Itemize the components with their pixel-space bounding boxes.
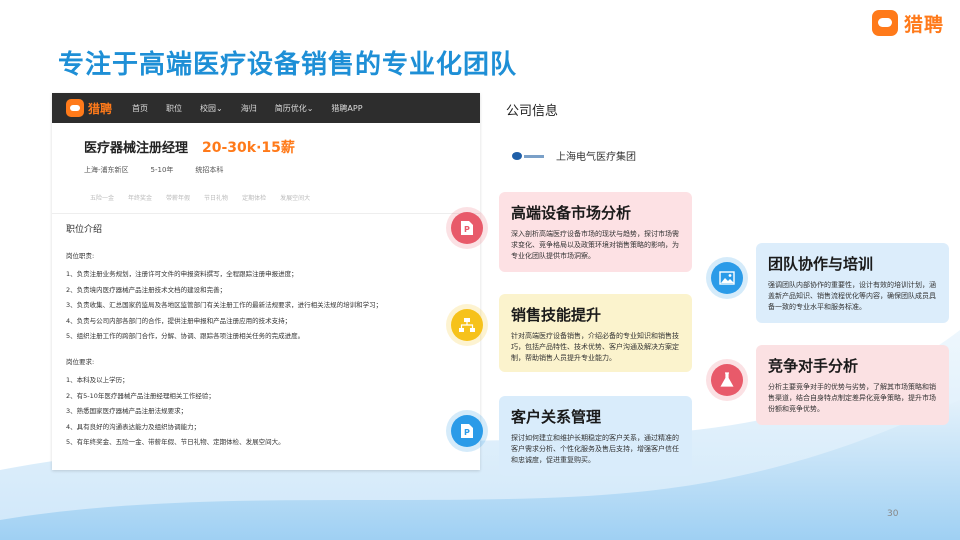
nav-item-overseas[interactable]: 海归	[241, 103, 257, 114]
job-tag: 节日礼物	[204, 195, 229, 202]
card-body: 探讨如何建立和维护长期稳定的客户关系，通过精准的客户需求分析、个性化服务及售后支…	[511, 434, 679, 464]
nav-item-jobs[interactable]: 职位	[166, 103, 182, 114]
duty-item: 3、负责收集、汇总国家药监局及各地区监管部门有关注册工作的最新法规要求，进行相关…	[66, 301, 383, 309]
job-tag: 发展空间大	[280, 195, 311, 202]
card-body: 分析主要竞争对手的优势与劣势，了解其市场策略和销售渠道，结合自身特点制定差异化竞…	[768, 383, 936, 413]
image-icon	[711, 262, 743, 294]
slide: 猎聘 专注于高端医疗设备销售的专业化团队 猎聘 首页 职位 校园⌄ 海归 简历优…	[0, 0, 960, 540]
slide-title: 专注于高端医疗设备销售的专业化团队	[58, 50, 518, 80]
company-info-label: 公司信息	[506, 104, 559, 119]
card-team-training: 团队协作与培训 强调团队内部协作的重要性，设计有效的培训计划，涵盖新产品知识、销…	[756, 243, 949, 323]
card-body: 针对高端医疗设备销售，介绍必备的专业知识和销售技巧，包括产品特性、技术优势、客户…	[511, 332, 679, 362]
job-education: 统招本科	[195, 166, 224, 174]
card-title: 高端设备市场分析	[511, 204, 632, 222]
liepin-logo-icon	[871, 10, 898, 36]
job-site-navbar: 猎聘 首页 职位 校园⌄ 海归 简历优化⌄ 猎聘APP	[52, 93, 480, 123]
card-title: 客户关系管理	[511, 408, 602, 426]
nav-item-home[interactable]: 首页	[132, 103, 148, 114]
divider	[52, 213, 480, 214]
job-tags: 五险一金 年终奖金 带薪年假 节日礼物 定期体检 发展空间大	[90, 193, 310, 202]
ppt-icon: P	[451, 415, 483, 447]
company-logo-icon	[512, 150, 546, 162]
job-posting-screenshot: 猎聘 首页 职位 校园⌄ 海归 简历优化⌄ 猎聘APP 医疗器械注册经理 20-…	[52, 93, 480, 470]
card-title: 竞争对手分析	[768, 357, 859, 375]
job-tag: 定期体检	[242, 195, 267, 202]
flask-icon	[711, 364, 743, 396]
svg-text:P: P	[464, 428, 470, 437]
card-body: 强调团队内部协作的重要性，设计有效的培训计划，涵盖新产品知识、销售流程优化等内容…	[768, 281, 936, 311]
card-body: 深入剖析高端医疗设备市场的现状与趋势，探讨市场需求变化、竞争格局以及政策环境对销…	[511, 230, 679, 260]
card-market-analysis: 高端设备市场分析 深入剖析高端医疗设备市场的现状与趋势，探讨市场需求变化、竞争格…	[499, 192, 692, 272]
duty-item: 5、组织注册工作的跨部门合作，分解、协调、跟踪各项注册相关任务的完成进度。	[66, 332, 305, 340]
liepin-logo-icon	[66, 99, 84, 117]
card-customer-relations: 客户关系管理 探讨如何建立和维护长期稳定的客户关系，通过精准的客户需求分析、个性…	[499, 396, 692, 476]
job-location: 上海-浦东新区	[84, 166, 129, 174]
requirements-heading: 岗位要求:	[66, 358, 95, 366]
job-experience: 5-10年	[150, 166, 174, 174]
card-title: 团队协作与培训	[768, 255, 874, 273]
nav-logo[interactable]: 猎聘	[66, 99, 112, 117]
brand-header: 猎聘	[871, 8, 944, 38]
nav-item-resume[interactable]: 简历优化⌄	[275, 103, 314, 114]
requirement-item: 1、本科及以上学历；	[66, 376, 129, 384]
card-sales-skills: 销售技能提升 针对高端医疗设备销售，介绍必备的专业知识和销售技巧，包括产品特性、…	[499, 294, 692, 372]
requirements-list: 1、本科及以上学历； 2、有5-10年医疗器械产品注册经理相关工作经验； 3、熟…	[66, 373, 476, 451]
card-competitor-analysis: 竞争对手分析 分析主要竞争对手的优势与劣势，了解其市场策略和销售渠道，结合自身特…	[756, 345, 949, 425]
job-tag: 年终奖金	[128, 195, 153, 202]
requirement-item: 4、具有良好的沟通表达能力及组织协调能力；	[66, 422, 201, 431]
job-section-title: 职位介绍	[66, 225, 103, 235]
ppt-icon: P	[451, 212, 483, 244]
job-tag: 五险一金	[90, 195, 115, 202]
duty-item: 2、负责境内医疗器械产品注册技术文档的建设和完善；	[66, 285, 227, 294]
network-icon	[451, 309, 483, 341]
job-meta: 上海-浦东新区 5-10年 统招本科	[84, 165, 223, 175]
duty-item: 1、负责注册业务规划，注册许可文件的申报资料撰写，全程跟踪注册申报进度；	[66, 270, 298, 278]
nav-item-campus[interactable]: 校园⌄	[200, 103, 223, 114]
page-number: 30	[887, 509, 899, 519]
requirement-item: 5、有年终奖金、五险一金、带薪年假、节日礼物、定期体检、发展空间大。	[66, 438, 285, 446]
job-tag: 带薪年假	[166, 195, 191, 202]
company-row: 上海电气医疗集团	[512, 148, 636, 163]
duty-item: 4、负责与公司内部各部门的合作，提供注册申报和产品注册应用的技术支持；	[66, 316, 292, 325]
duties-heading: 岗位职责:	[66, 252, 95, 260]
requirement-item: 3、熟悉国家医疗器械产品注册法规要求；	[66, 407, 188, 415]
requirement-item: 2、有5-10年医疗器械产品注册经理相关工作经验；	[66, 391, 215, 400]
duties-list: 1、负责注册业务规划，注册许可文件的申报资料撰写，全程跟踪注册申报进度； 2、负…	[66, 267, 476, 345]
job-title: 医疗器械注册经理	[84, 141, 189, 156]
job-salary: 20-30k·15薪	[202, 140, 295, 156]
nav-item-app[interactable]: 猎聘APP	[331, 103, 362, 114]
card-title: 销售技能提升	[511, 306, 602, 324]
company-name: 上海电气医疗集团	[556, 152, 636, 163]
svg-text:P: P	[464, 225, 470, 234]
brand-name: 猎聘	[903, 13, 944, 36]
job-header: 医疗器械注册经理 20-30k·15薪	[84, 137, 295, 157]
nav-logo-text: 猎聘	[88, 101, 113, 116]
